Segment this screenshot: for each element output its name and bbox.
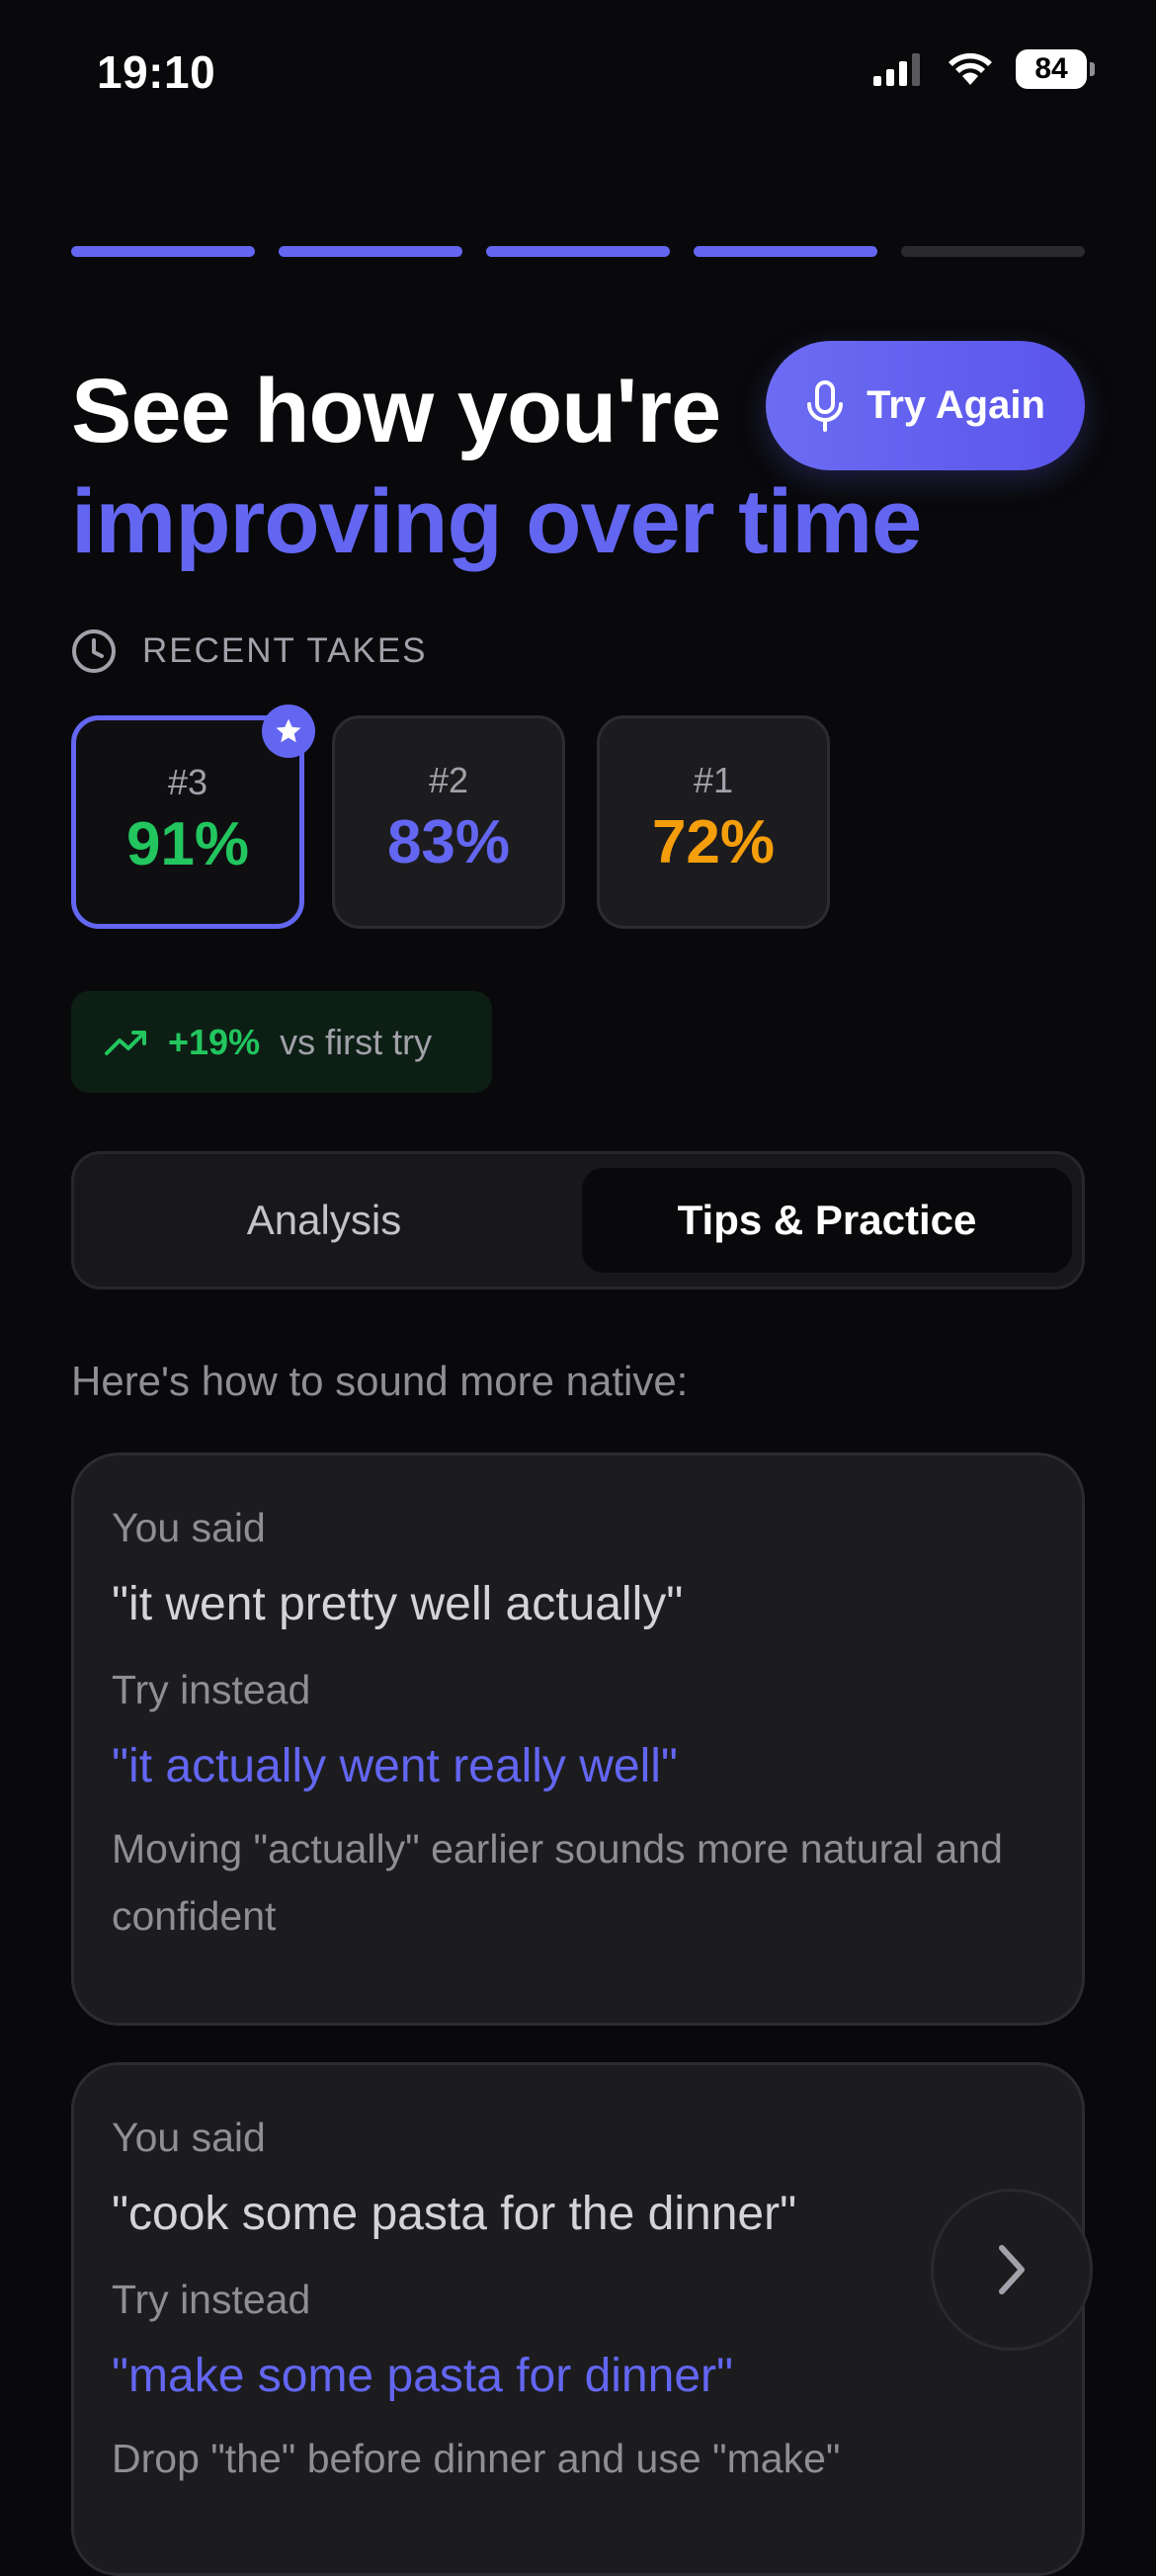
- try-instead-label: Try instead: [112, 1667, 311, 1712]
- try-again-label: Try Again: [867, 383, 1045, 427]
- trending-up-icon: [105, 1030, 146, 1055]
- cellular-signal-icon: [873, 53, 920, 86]
- tip-explanation: Moving "actually" earlier sounds more na…: [112, 1826, 1003, 1939]
- take-score: 72%: [651, 808, 776, 876]
- improvement-delta: +19%: [168, 1021, 261, 1062]
- take-card-2[interactable]: #2 83%: [332, 715, 565, 929]
- you-said-text: "cook some pasta for the dinner": [112, 2188, 797, 2240]
- tip-explanation: Drop "the" before dinner and use "make": [112, 2436, 841, 2481]
- recent-takes-label: RECENT TAKES: [142, 631, 428, 670]
- try-instead-text: "it actually went really well": [112, 1740, 678, 1792]
- take-card-3[interactable]: #3 91%: [71, 705, 315, 929]
- recent-takes-header: RECENT TAKES: [71, 628, 428, 674]
- improvement-badge: +19% vs first try: [71, 991, 492, 1093]
- progress-segment: [901, 246, 1085, 257]
- progress-segment: [279, 246, 462, 257]
- you-said-label: You said: [112, 2115, 266, 2160]
- take-score: 91%: [125, 810, 250, 878]
- take-number: #1: [693, 760, 734, 800]
- try-again-button[interactable]: Try Again: [766, 341, 1085, 470]
- status-bar: 19:10 84: [0, 0, 1156, 138]
- take-number: #3: [167, 762, 208, 802]
- progress-segment: [71, 246, 255, 257]
- take-number: #2: [428, 760, 469, 800]
- clock-icon: [72, 629, 116, 673]
- segmented-tabs: Analysis Tips & Practice: [71, 1151, 1085, 1289]
- take-score: 83%: [386, 808, 511, 876]
- tips-intro: Here's how to sound more native:: [71, 1358, 689, 1404]
- tip-card: You said "it went pretty well actually" …: [71, 1453, 1085, 2026]
- progress-segment: [694, 246, 877, 257]
- wifi-icon: [949, 52, 992, 85]
- tab-tips-practice[interactable]: Tips & Practice: [582, 1168, 1072, 1273]
- try-instead-label: Try instead: [112, 2277, 311, 2322]
- you-said-text: "it went pretty well actually": [112, 1578, 684, 1630]
- chevron-right-icon: [999, 2245, 1025, 2294]
- microphone-icon: [807, 379, 844, 432]
- status-icons: 84: [873, 49, 1095, 89]
- next-button[interactable]: [931, 2189, 1093, 2351]
- progress-segment: [486, 246, 670, 257]
- title-line-2: improving over time: [71, 471, 922, 572]
- battery-icon: 84: [1016, 49, 1095, 89]
- tip-card: You said "cook some pasta for the dinner…: [71, 2062, 1085, 2576]
- star-icon: [262, 705, 315, 758]
- improvement-text: vs first try: [280, 1021, 433, 1062]
- try-instead-text: "make some pasta for dinner": [112, 2350, 734, 2402]
- take-card-1[interactable]: #1 72%: [597, 715, 830, 929]
- step-progress: [71, 246, 1085, 257]
- you-said-label: You said: [112, 1505, 266, 1550]
- status-time: 19:10: [97, 46, 216, 98]
- tab-analysis[interactable]: Analysis: [84, 1168, 564, 1273]
